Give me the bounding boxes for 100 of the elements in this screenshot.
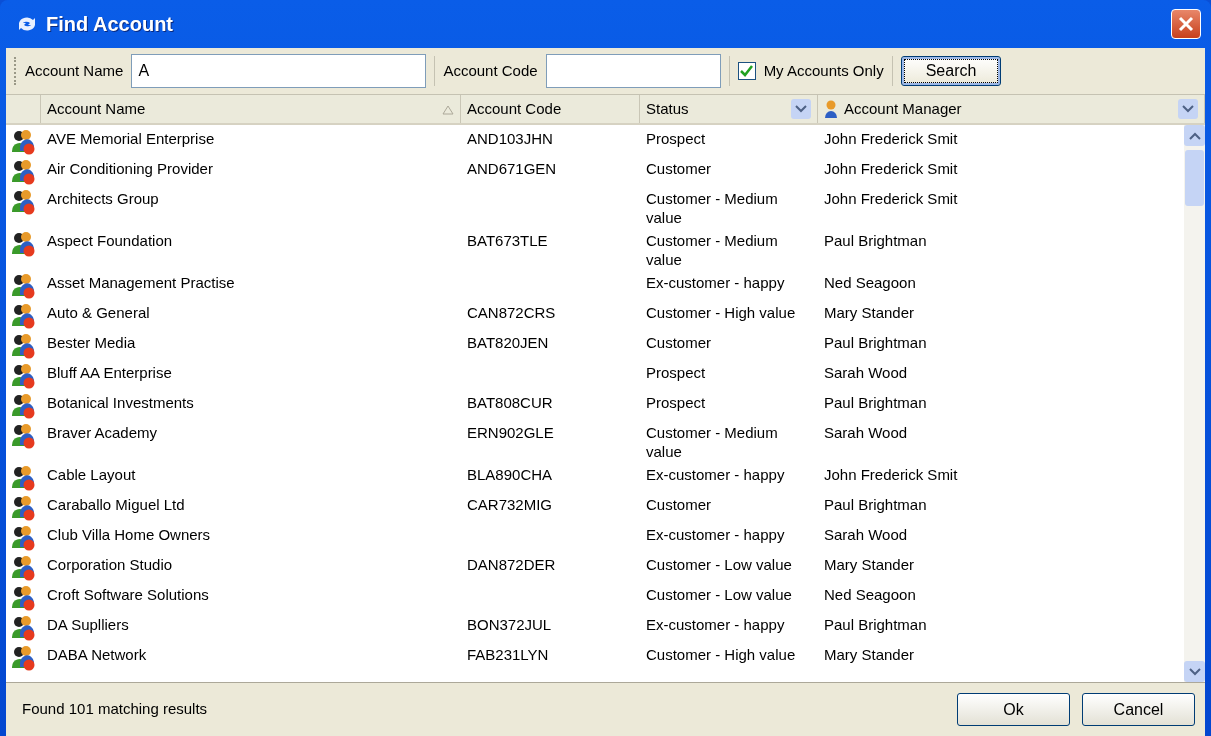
account-status: Customer - High value: [645, 645, 797, 664]
account-name: Architects Group: [46, 189, 160, 208]
chevron-down-icon: [795, 105, 807, 113]
account-name: Braver Academy: [46, 423, 159, 442]
account-name: Cable Layout: [46, 465, 137, 484]
account-manager: Ned Seagoon: [823, 273, 917, 292]
account-name: Caraballo Miguel Ltd: [46, 495, 186, 514]
account-code: BLA890CHA: [467, 466, 553, 483]
chevron-down-icon: [1182, 105, 1194, 113]
account-status: Customer - Low value: [645, 585, 793, 604]
account-status: Customer: [645, 333, 713, 352]
account-status: Ex-customer - happy: [645, 465, 786, 484]
checkbox[interactable]: [737, 62, 756, 80]
column-header[interactable]: Account Name: [47, 97, 146, 121]
text-field[interactable]: [545, 54, 721, 88]
column-header[interactable]: Account Manager: [844, 97, 962, 121]
account-name: Croft Software Solutions: [46, 585, 210, 604]
people-icon: [11, 333, 37, 359]
account-name: Auto & General: [46, 303, 151, 322]
account-status: Customer: [645, 495, 713, 514]
account-manager: Paul Brightman: [823, 393, 928, 412]
account-status: Customer - Medium value: [645, 189, 779, 227]
account-manager: Ned Seagoon: [823, 585, 917, 604]
people-icon: [11, 495, 37, 521]
account-code: BAT673TLE: [467, 232, 548, 249]
account-manager: John Frederick Smit: [823, 159, 959, 178]
close-icon: [1178, 16, 1194, 32]
chevron-up-icon: [1188, 131, 1201, 140]
account-name: Botanical Investments: [46, 393, 195, 412]
account-manager: Paul Brightman: [823, 495, 928, 514]
dialog-button[interactable]: Ok: [957, 693, 1070, 726]
people-icon: [11, 585, 37, 611]
text-field[interactable]: A: [131, 54, 427, 88]
account-code: BAT808CUR: [467, 394, 553, 411]
account-status: Customer: [645, 159, 713, 178]
account-code: ERN902GLE: [467, 424, 554, 441]
account-status: Ex-customer - happy: [645, 273, 786, 292]
people-icon: [11, 189, 37, 215]
account-manager: Sarah Wood: [823, 525, 909, 544]
account-code: BON372JUL: [467, 616, 552, 633]
account-manager: John Frederick Smit: [823, 129, 959, 148]
account-manager: John Frederick Smit: [823, 465, 959, 484]
account-code: AND103JHN: [467, 130, 553, 147]
account-code: FAB231LYN: [467, 646, 549, 663]
account-name: Aspect Foundation: [46, 231, 174, 250]
dialog-button[interactable]: Cancel: [1082, 693, 1195, 726]
people-icon: [11, 525, 37, 551]
field-label: Account Code: [443, 60, 538, 81]
account-name: Bluff AA Enterprise: [46, 363, 173, 382]
account-status: Customer - High value: [645, 303, 797, 322]
account-code: CAN872CRS: [467, 304, 556, 321]
people-icon: [11, 129, 37, 155]
filter-dropdown-button[interactable]: [1178, 99, 1198, 119]
account-status: Prospect: [645, 363, 707, 382]
account-manager: Mary Stander: [823, 645, 916, 664]
people-icon: [11, 159, 37, 185]
filter-dropdown-button[interactable]: [791, 99, 811, 119]
account-name: DA Suplliers: [46, 615, 130, 634]
people-icon: [11, 273, 37, 299]
account-manager: Paul Brightman: [823, 231, 928, 250]
search-button[interactable]: Search: [900, 56, 1002, 86]
window-title: Find Account: [46, 12, 174, 37]
account-status: Ex-customer - happy: [645, 615, 786, 634]
account-name: Asset Management Practise: [46, 273, 236, 292]
account-manager: Paul Brightman: [823, 615, 928, 634]
account-status: Customer - Medium value: [645, 423, 779, 461]
account-name: Club Villa Home Owners: [46, 525, 212, 544]
people-icon: [11, 303, 37, 329]
account-name: Bester Media: [46, 333, 137, 352]
scrollbar-thumb[interactable]: [1185, 150, 1204, 206]
person-icon: [824, 100, 838, 118]
account-manager: Paul Brightman: [823, 333, 928, 352]
column-header[interactable]: Status: [646, 97, 689, 121]
people-icon: [11, 645, 37, 671]
account-status: Customer - Medium value: [645, 231, 779, 269]
account-code: DAN872DER: [467, 556, 556, 573]
account-name: Air Conditioning Provider: [46, 159, 214, 178]
chevron-down-icon: [1188, 667, 1201, 676]
account-code: BAT820JEN: [467, 334, 549, 351]
account-name: DABA Network: [46, 645, 148, 664]
people-icon: [11, 615, 37, 641]
people-icon: [11, 423, 37, 449]
account-name: Corporation Studio: [46, 555, 174, 574]
account-manager: John Frederick Smit: [823, 189, 959, 208]
people-icon: [11, 363, 37, 389]
people-icon: [11, 465, 37, 491]
column-header[interactable]: Account Code: [467, 97, 562, 121]
account-status: Ex-customer - happy: [645, 525, 786, 544]
account-status: Prospect: [645, 393, 707, 412]
people-icon: [11, 231, 37, 257]
scrollbar[interactable]: [1184, 125, 1205, 682]
people-icon: [11, 393, 37, 419]
close-button[interactable]: [1171, 9, 1201, 39]
account-name: AVE Memorial Enterprise: [46, 129, 216, 148]
account-manager: Mary Stander: [823, 303, 916, 322]
account-code: AND671GEN: [467, 160, 557, 177]
account-manager: Mary Stander: [823, 555, 916, 574]
people-icon: [11, 555, 37, 581]
account-manager: Sarah Wood: [823, 363, 909, 382]
field-label: Account Name: [25, 60, 124, 81]
